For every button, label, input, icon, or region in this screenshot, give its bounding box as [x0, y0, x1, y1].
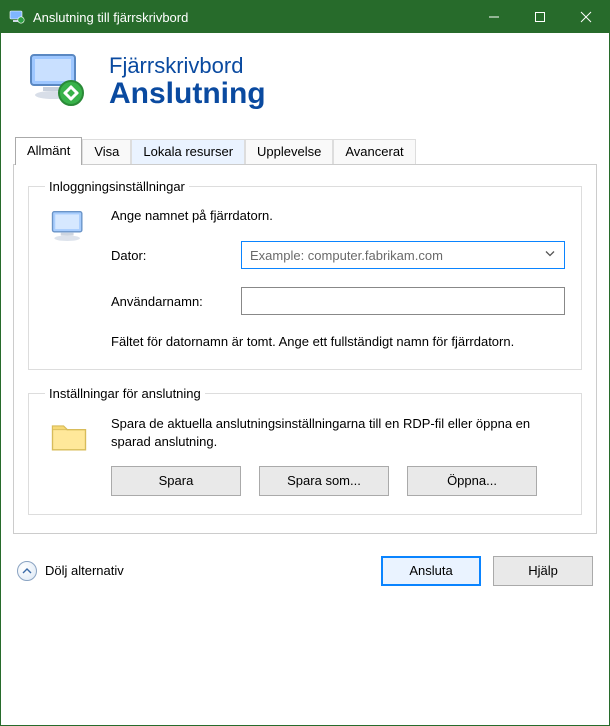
computer-label: Dator: [111, 248, 241, 263]
group-connection-legend: Inställningar för anslutning [45, 386, 205, 401]
tab-general[interactable]: Allmänt [15, 137, 82, 165]
tab-local-resources[interactable]: Lokala resurser [131, 139, 245, 164]
tab-display[interactable]: Visa [82, 139, 131, 164]
group-logon-settings: Inloggningsinställningar Ange namnet på … [28, 179, 582, 370]
group-connection-settings: Inställningar för anslutning Spara de ak… [28, 386, 582, 514]
tab-strip: Allmänt Visa Lokala resurser Upplevelse … [1, 137, 609, 164]
header: Fjärrskrivbord Anslutning [1, 33, 609, 137]
username-label: Användarnamn: [111, 294, 241, 309]
logon-hint: Fältet för datornamn är tomt. Ange ett f… [111, 333, 565, 351]
computer-combobox[interactable]: Example: computer.fabrikam.com [241, 241, 565, 269]
close-button[interactable] [563, 1, 609, 33]
connection-description: Spara de aktuella anslutningsinställning… [111, 415, 565, 451]
chevron-up-icon [17, 561, 37, 581]
open-button[interactable]: Öppna... [407, 466, 537, 496]
save-as-button[interactable]: Spara som... [259, 466, 389, 496]
rdp-icon [25, 49, 89, 113]
app-icon [9, 9, 25, 25]
computer-icon [45, 208, 93, 351]
minimize-button[interactable] [471, 1, 517, 33]
tab-advanced[interactable]: Avancerat [333, 139, 415, 164]
help-button[interactable]: Hjälp [493, 556, 593, 586]
logon-instruction: Ange namnet på fjärrdatorn. [111, 208, 565, 223]
header-line2: Anslutning [109, 79, 266, 109]
maximize-button[interactable] [517, 1, 563, 33]
titlebar: Anslutning till fjärrskrivbord [1, 1, 609, 33]
computer-placeholder: Example: computer.fabrikam.com [250, 248, 443, 263]
chevron-down-icon [544, 248, 556, 263]
header-text: Fjärrskrivbord Anslutning [109, 53, 266, 109]
username-input[interactable] [241, 287, 565, 315]
tab-experience[interactable]: Upplevelse [245, 139, 333, 164]
connect-button[interactable]: Ansluta [381, 556, 481, 586]
tab-panel-general: Inloggningsinställningar Ange namnet på … [13, 164, 597, 534]
header-line1: Fjärrskrivbord [109, 53, 266, 79]
window-title: Anslutning till fjärrskrivbord [33, 10, 471, 25]
footer: Dölj alternativ Ansluta Hjälp [1, 546, 609, 600]
toggle-options[interactable]: Dölj alternativ [17, 561, 124, 581]
group-logon-legend: Inloggningsinställningar [45, 179, 189, 194]
window-controls [471, 1, 609, 33]
toggle-options-label: Dölj alternativ [45, 563, 124, 578]
folder-icon [45, 415, 93, 495]
save-button[interactable]: Spara [111, 466, 241, 496]
